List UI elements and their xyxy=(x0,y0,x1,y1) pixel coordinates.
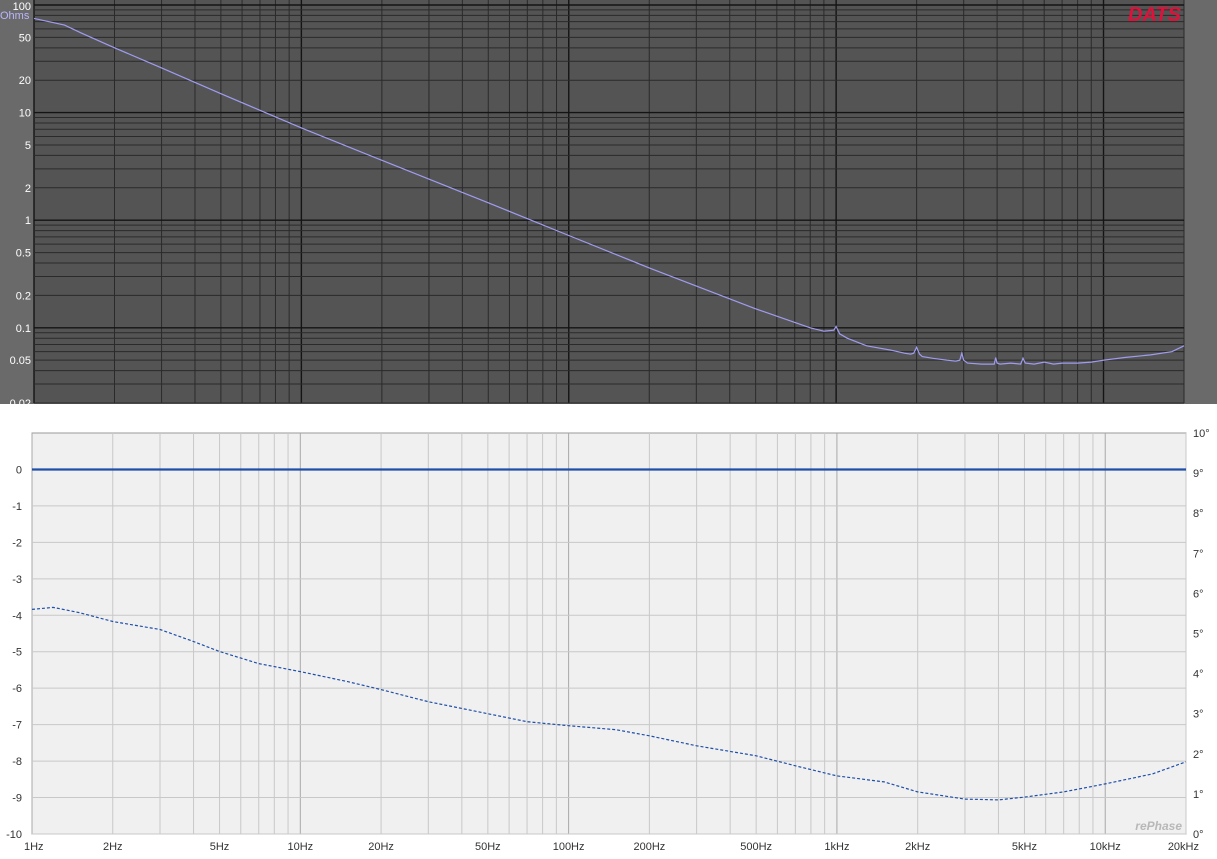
phase-x-tick-label: 5Hz xyxy=(210,841,230,853)
impedance-y-tick-label: 20 xyxy=(19,75,31,87)
impedance-x-tick-label: 500 xyxy=(746,407,764,419)
phase-y2-tick-label: 3° xyxy=(1193,709,1204,721)
rephase-watermark: rePhase xyxy=(1135,819,1182,833)
phase-y-tick-label: -3 xyxy=(12,574,22,586)
impedance-x-tick-label: 5k xyxy=(1017,407,1029,419)
impedance-x-tick-label: 10 xyxy=(295,407,307,419)
impedance-x-tick-label: 20 xyxy=(376,407,388,419)
phase-x-tick-label: 1kHz xyxy=(824,841,849,853)
impedance-plot-area xyxy=(34,0,1184,403)
phase-x-tick-label: 5kHz xyxy=(1012,841,1037,853)
impedance-x-tick-label: 100 xyxy=(560,407,578,419)
phase-y-tick-label: -4 xyxy=(12,610,22,622)
impedance-x-tick-label: 1 xyxy=(31,407,37,419)
phase-y-tick-label: -8 xyxy=(12,756,22,768)
impedance-y-tick-label: 0.1 xyxy=(16,323,31,335)
phase-y-tick-label: 0 xyxy=(16,464,22,476)
phase-x-tick-label: 500Hz xyxy=(740,841,772,853)
dats-logo: DATS xyxy=(1128,4,1182,26)
phase-y-tick-label: -1 xyxy=(12,501,22,513)
phase-chart: 0 -1 -2 -3 -4 -5 -6 -7 -8 -9 -10 10° 9° 8° 7° 6° 5° 4° 3°… xyxy=(0,420,1217,859)
impedance-x-tick-label: 50 xyxy=(482,407,494,419)
phase-y2-tick-label: 0° xyxy=(1193,829,1204,841)
phase-y2-tick-label: 1° xyxy=(1193,789,1204,801)
phase-y2-tick-label: 9° xyxy=(1193,468,1204,480)
impedance-y-tick-label: 10 xyxy=(19,108,31,120)
phase-y2-tick-label: 5° xyxy=(1193,629,1204,641)
impedance-x-tick-label: 10k xyxy=(1095,407,1113,419)
phase-x-tick-label: 200Hz xyxy=(633,841,665,853)
impedance-y-axis-label: Ohms xyxy=(0,10,30,22)
phase-y-tick-label: -7 xyxy=(12,720,22,732)
phase-x-tick-label: 10Hz xyxy=(287,841,313,853)
phase-y2-tick-label: 2° xyxy=(1193,749,1204,761)
impedance-y-tick-label: 0.02 xyxy=(10,398,31,410)
phase-y-tick-label: -2 xyxy=(12,537,22,549)
phase-y-tick-label: -5 xyxy=(12,647,22,659)
impedance-y-tick-label: 2 xyxy=(25,183,31,195)
phase-x-tick-label: 10kHz xyxy=(1090,841,1121,853)
impedance-y-tick-label: 0.2 xyxy=(16,290,31,302)
phase-y2-tick-label: 6° xyxy=(1193,588,1204,600)
impedance-y-tick-label: 0.5 xyxy=(16,248,31,260)
phase-x-tick-label: 20kHz xyxy=(1168,841,1199,853)
impedance-x-tick-label: 1kHz xyxy=(824,407,849,419)
phase-y2-tick-label: 10° xyxy=(1193,428,1210,440)
phase-x-tick-label: 50Hz xyxy=(475,841,501,853)
phase-y2-tick-label: 8° xyxy=(1193,508,1204,520)
impedance-y-tick-label: 50 xyxy=(19,32,31,44)
phase-plot-area xyxy=(31,432,1187,835)
phase-x-tick-label: 2Hz xyxy=(103,841,123,853)
phase-y2-tick-label: 7° xyxy=(1193,548,1204,560)
impedance-x-tick-label: 200 xyxy=(640,407,658,419)
impedance-chart: 100 50 20 10 5 2 1 0.5 0.2 0.1 0.05 0.02 1 2 5 10 20 50 1… xyxy=(0,0,1217,420)
chart-stage: 100 50 20 10 5 2 1 0.5 0.2 0.1 0.05 0.02 1 2 5 10 20 50 1… xyxy=(0,0,1217,859)
impedance-y-tick-label: 1 xyxy=(25,215,31,227)
phase-y2-tick-label: 4° xyxy=(1193,669,1204,681)
impedance-x-tick-label: 5 xyxy=(218,407,224,419)
impedance-x-tick-label: 20k xyxy=(1175,407,1193,419)
impedance-x-tick-label: 2 xyxy=(111,407,117,419)
impedance-x-tick-label: 2k xyxy=(911,407,923,419)
phase-y-tick-label: -10 xyxy=(6,829,22,841)
impedance-y-tick-label: 5 xyxy=(25,140,31,152)
phase-x-tick-label: 1Hz xyxy=(24,841,44,853)
phase-x-tick-label: 100Hz xyxy=(553,841,585,853)
phase-x-tick-label: 2kHz xyxy=(905,841,930,853)
impedance-y-tick-label: 0.05 xyxy=(10,355,31,367)
phase-x-tick-label: 20Hz xyxy=(368,841,394,853)
phase-y-tick-label: -9 xyxy=(12,793,22,805)
phase-y-tick-label: -6 xyxy=(12,683,22,695)
